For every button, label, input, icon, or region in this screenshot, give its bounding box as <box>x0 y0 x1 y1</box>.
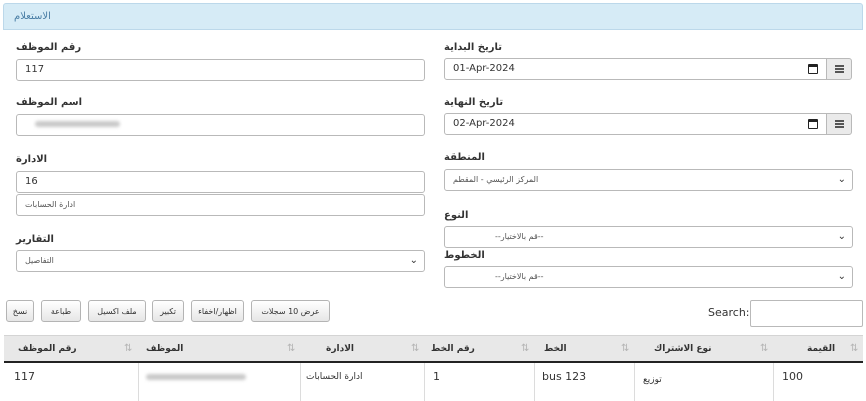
column-divider <box>138 363 139 401</box>
blurred-employee-name <box>35 121 120 127</box>
chevron-down-icon: ⌄ <box>837 174 846 185</box>
start-date-value: 01-Apr-2024 <box>453 63 515 74</box>
column-divider <box>534 363 535 401</box>
end-date-input[interactable]: 02-Apr-2024 <box>444 113 827 135</box>
sort-icon[interactable]: ⇅ <box>124 336 132 362</box>
lines-select-placeholder: --قم بالاختيار-- <box>495 272 544 281</box>
calendar-icon[interactable] <box>808 64 818 74</box>
list-icon <box>835 120 844 129</box>
chevron-down-icon: ⌄ <box>837 231 846 242</box>
lines-select[interactable]: --قم بالاختيار-- ⌄ <box>444 266 853 288</box>
column-divider <box>424 363 425 401</box>
blurred-employee-name <box>146 374 246 380</box>
column-header-employee[interactable]: الموظف <box>146 336 183 362</box>
cell-line: bus 123 <box>542 370 587 383</box>
region-select-value: المركز الرئيسي - المقطم <box>453 175 539 184</box>
end-date-label: تاريخ النهاية <box>444 97 504 108</box>
sort-icon[interactable]: ⇅ <box>287 336 295 362</box>
start-date-addon[interactable] <box>826 58 852 80</box>
sort-icon[interactable]: ⇅ <box>411 336 419 362</box>
cell-employee <box>146 363 246 391</box>
department-code-input[interactable]: 16 <box>16 171 425 193</box>
search-input[interactable] <box>750 300 863 327</box>
lines-label: الخطوط <box>444 250 485 261</box>
type-select-placeholder: --قم بالاختيار-- <box>495 232 544 241</box>
list-icon <box>835 65 844 74</box>
search-label: Search: <box>708 306 750 319</box>
sort-icon[interactable]: ⇅ <box>760 336 768 362</box>
sort-icon[interactable]: ⇅ <box>521 336 529 362</box>
expand-button[interactable]: تكبير <box>152 300 184 322</box>
cell-line-number: 1 <box>433 370 440 383</box>
cell-department: ادارة الحسابات <box>306 372 363 382</box>
end-date-addon[interactable] <box>826 113 852 135</box>
start-date-label: تاريخ البداية <box>444 42 502 53</box>
chevron-down-icon: ⌄ <box>409 255 418 266</box>
region-label: المنطقة <box>444 152 485 163</box>
end-date-value: 02-Apr-2024 <box>453 118 515 129</box>
type-label: النوع <box>444 210 469 221</box>
panel-title: الاستعلام <box>14 11 51 22</box>
table-header: رقم الموظف ⇅ الموظف ⇅ الادارة ⇅ رقم الخط… <box>4 335 863 363</box>
column-header-employee-number[interactable]: رقم الموظف <box>18 336 77 362</box>
print-button[interactable]: طباعة <box>41 300 81 322</box>
sort-icon[interactable]: ⇅ <box>850 336 858 362</box>
sort-icon[interactable]: ⇅ <box>621 336 629 362</box>
department-label: الادارة <box>16 154 48 165</box>
column-header-department[interactable]: الادارة <box>326 336 354 362</box>
panel-header: الاستعلام <box>3 3 863 30</box>
reports-label: التقارير <box>16 234 54 245</box>
department-name-field: ادارة الحسابات <box>16 194 425 216</box>
show-records-button[interactable]: عرض 10 سجلات <box>251 300 330 322</box>
start-date-input[interactable]: 01-Apr-2024 <box>444 58 827 80</box>
employee-number-input[interactable]: 117 <box>16 59 425 81</box>
reports-select-value: التفاصيل <box>25 256 54 265</box>
cell-value: 100 <box>782 370 803 383</box>
column-header-line-number[interactable]: رقم الخط <box>431 336 475 362</box>
calendar-icon[interactable] <box>808 119 818 129</box>
type-select[interactable]: --قم بالاختيار-- ⌄ <box>444 226 853 248</box>
column-header-line[interactable]: الخط <box>544 336 567 362</box>
employee-name-label: اسم الموظف <box>16 97 83 108</box>
cell-subscription-type: توزيع <box>643 375 662 385</box>
employee-number-label: رقم الموظف <box>16 42 82 53</box>
column-divider <box>773 363 774 401</box>
cell-employee-number: 117 <box>14 370 35 383</box>
column-divider <box>634 363 635 401</box>
chevron-down-icon: ⌄ <box>837 271 846 282</box>
employee-name-input[interactable] <box>16 114 425 136</box>
reports-select[interactable]: التفاصيل ⌄ <box>16 250 425 272</box>
column-divider <box>300 363 301 401</box>
column-header-subscription-type[interactable]: نوع الاشتراك <box>654 336 712 362</box>
toggle-columns-button[interactable]: اظهار/اخفاء <box>191 300 244 322</box>
copy-button[interactable]: نسخ <box>6 300 34 322</box>
excel-button[interactable]: ملف اكسيل <box>88 300 146 322</box>
region-select[interactable]: المركز الرئيسي - المقطم ⌄ <box>444 169 853 191</box>
column-header-value[interactable]: القيمة <box>807 336 835 362</box>
